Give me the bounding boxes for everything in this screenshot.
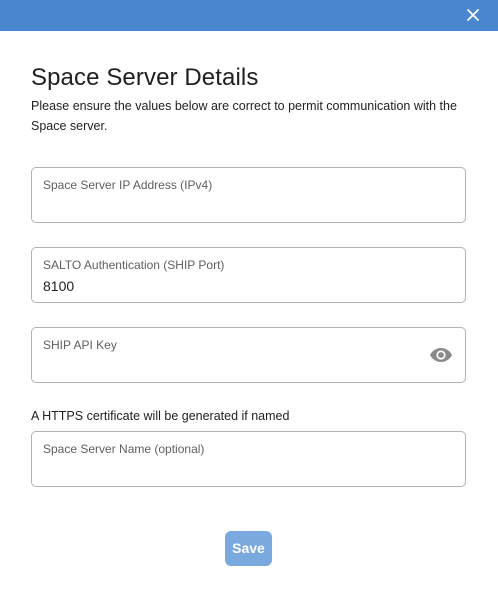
dialog-title: Space Server Details xyxy=(31,64,259,91)
ship-port-label: SALTO Authentication (SHIP Port) xyxy=(43,258,225,272)
ip-address-field[interactable]: Space Server IP Address (IPv4) xyxy=(31,167,466,223)
api-key-label: SHIP API Key xyxy=(43,338,117,352)
dialog-titlebar xyxy=(0,0,498,31)
save-button[interactable]: Save xyxy=(225,531,272,566)
ship-port-input[interactable] xyxy=(43,276,423,296)
ip-address-label: Space Server IP Address (IPv4) xyxy=(43,178,213,192)
server-name-field[interactable]: Space Server Name (optional) xyxy=(31,431,466,487)
ship-port-field[interactable]: SALTO Authentication (SHIP Port) xyxy=(31,247,466,303)
close-icon xyxy=(467,9,479,21)
api-key-input[interactable] xyxy=(43,356,423,376)
certificate-note: A HTTPS certificate will be generated if… xyxy=(31,409,290,423)
eye-icon xyxy=(430,348,452,362)
show-password-button[interactable] xyxy=(429,346,453,364)
server-name-label: Space Server Name (optional) xyxy=(43,442,205,456)
dialog-description: Please ensure the values below are corre… xyxy=(31,99,457,133)
api-key-field[interactable]: SHIP API Key xyxy=(31,327,466,383)
ip-address-input[interactable] xyxy=(43,196,423,216)
server-name-input[interactable] xyxy=(43,460,423,480)
close-button[interactable] xyxy=(464,6,482,24)
